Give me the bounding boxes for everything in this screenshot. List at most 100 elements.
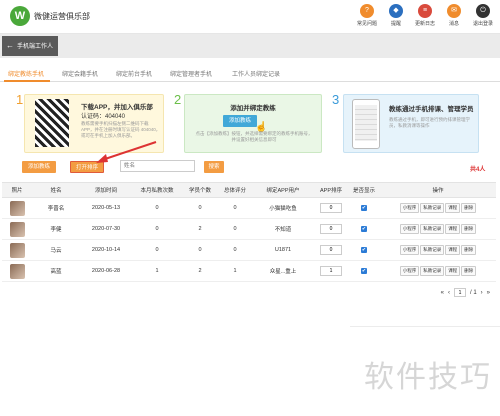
search-button[interactable]: 搜索	[204, 161, 224, 173]
delete-button[interactable]: 删除	[461, 203, 477, 213]
question-icon: ?	[360, 4, 374, 18]
course-button[interactable]: 课程	[445, 224, 461, 234]
sort-input[interactable]	[320, 266, 342, 276]
tab-coach-phone[interactable]: 绑定教练手机	[8, 69, 44, 78]
tab-bar: 绑定教练手机 绑定会籍手机 绑定前台手机 绑定管理者手机 工作人员绑定记录	[0, 66, 500, 82]
prev-page-icon[interactable]: ‹	[448, 290, 450, 296]
divider	[350, 326, 500, 327]
cell-actions: 小程序 私教记录 课程 删除	[380, 197, 496, 219]
step2-desc: 点击【添加教练】按钮，并选择需要绑定的教练手机账号，并设置好相关信息即可	[195, 131, 313, 142]
miniprogram-button[interactable]: 小程序	[399, 266, 420, 276]
arrow-left-icon: ←	[6, 41, 14, 50]
next-page-icon[interactable]: ›	[481, 290, 483, 296]
show-checkbox[interactable]: ✔	[361, 268, 367, 274]
coach-table: 照片 姓名 添加时间 本月私教次数 学员个数 总体评分 绑定APP用户 APP排…	[2, 182, 496, 282]
cell-name: 高蓝	[32, 260, 80, 282]
avatar	[9, 263, 25, 279]
cell-sessions: 1	[132, 260, 182, 282]
qr-code	[35, 99, 69, 147]
nav-label: 退出登录	[472, 21, 493, 27]
cell-score: 0	[218, 239, 252, 261]
show-checkbox[interactable]: ✔	[361, 247, 367, 253]
cell-students: 0	[182, 239, 218, 261]
tab-membership-phone[interactable]: 绑定会籍手机	[62, 69, 98, 78]
col-name: 姓名	[32, 182, 80, 198]
sort-input[interactable]	[320, 224, 342, 234]
active-tab-indicator	[4, 80, 50, 82]
col-actions: 操作	[380, 182, 496, 198]
phone-icon	[352, 99, 380, 149]
red-arrow-annotation	[96, 141, 157, 163]
cell-app-user[interactable]: U1871	[252, 239, 314, 261]
show-checkbox[interactable]: ✔	[361, 226, 367, 232]
nav-messages[interactable]: ✉ 消息	[441, 4, 467, 27]
last-page-icon[interactable]: »	[487, 290, 490, 296]
cell-score: 1	[218, 260, 252, 282]
table-row: 马云 2020-10-14 0 0 0 U1871 ✔ 小程序私教记录课程删除	[2, 239, 496, 261]
nav-logout[interactable]: ⏻ 退出登录	[470, 4, 496, 27]
step-number: 3	[332, 92, 340, 107]
nav-faq[interactable]: ? 常见问题	[354, 4, 380, 27]
cell-sessions: 0	[132, 197, 182, 219]
tab-binding-records[interactable]: 工作人员绑定记录	[232, 69, 280, 78]
step3-card: 教练通过手机排课、管理学员 教练通过手机，即可进行预约排课管理学员，私教消课等操…	[343, 94, 479, 153]
cell-sessions: 0	[132, 239, 182, 261]
cell-date: 2020-10-14	[80, 239, 132, 261]
cell-name: 马云	[32, 239, 80, 261]
avatar	[9, 221, 25, 237]
first-page-icon[interactable]: «	[441, 290, 444, 296]
col-photo: 照片	[2, 182, 32, 198]
step2-card: 添加并绑定教练 添加教练 ☝ 点击【添加教练】按钮，并选择需要绑定的教练手机账号…	[184, 94, 322, 153]
col-students: 学员个数	[182, 182, 218, 198]
delete-button[interactable]: 删除	[461, 266, 477, 276]
nav-remind[interactable]: ◆ 提醒	[383, 4, 409, 27]
table-row: 高蓝 2020-06-28 1 2 1 众星...重上 ✔ 小程序私教记录课程删…	[2, 260, 496, 282]
step2-title: 添加并绑定教练	[230, 105, 276, 112]
miniprogram-button[interactable]: 小程序	[399, 203, 420, 213]
add-coach-card-button[interactable]: 添加教练	[223, 115, 257, 127]
page-input[interactable]	[453, 288, 466, 297]
log-icon: ≡	[418, 4, 432, 18]
avatar	[9, 242, 25, 258]
delete-button[interactable]: 删除	[461, 245, 477, 255]
brand-name: 微健运营俱乐部	[34, 12, 90, 21]
tab-manager-phone[interactable]: 绑定管理者手机	[170, 69, 212, 78]
back-button[interactable]: ← 手机端工作人员	[2, 36, 58, 70]
sort-input[interactable]	[320, 245, 342, 255]
cell-students: 0	[182, 197, 218, 219]
step1-desc: 教练需要手机扫描左侧二维码下载APP，并在注册时填写认证码 404040，或可在…	[81, 121, 161, 138]
delete-button[interactable]: 删除	[461, 224, 477, 234]
private-records-button[interactable]: 私教记录	[420, 245, 445, 255]
course-button[interactable]: 课程	[445, 245, 461, 255]
page-total: / 1	[469, 289, 477, 296]
tab-frontdesk-phone[interactable]: 绑定前台手机	[116, 69, 152, 78]
avatar	[9, 200, 25, 216]
cell-students: 2	[182, 260, 218, 282]
col-score: 总体评分	[218, 182, 252, 198]
private-records-button[interactable]: 私教记录	[420, 224, 445, 234]
table-row: 李晋名 2020-05-13 0 0 0 小猫猫吃鱼 ✔ 小程序私教记录课程删除	[2, 197, 496, 219]
show-checkbox[interactable]: ✔	[361, 205, 367, 211]
cell-date: 2020-07-30	[80, 218, 132, 240]
miniprogram-button[interactable]: 小程序	[399, 245, 420, 255]
private-records-button[interactable]: 私教记录	[420, 203, 445, 213]
step1-title: 下载APP，并加入俱乐部	[81, 104, 153, 111]
cell-sessions: 0	[132, 218, 182, 240]
col-sessions: 本月私教次数	[132, 182, 182, 198]
auth-code: 认证码：404040	[81, 114, 126, 120]
course-button[interactable]: 课程	[445, 266, 461, 276]
miniprogram-button[interactable]: 小程序	[399, 224, 420, 234]
private-records-button[interactable]: 私教记录	[420, 266, 445, 276]
cell-app-user[interactable]: 小猫猫吃鱼	[252, 197, 314, 219]
col-app-sort: APP排序	[314, 182, 348, 198]
table-header: 照片 姓名 添加时间 本月私教次数 学员个数 总体评分 绑定APP用户 APP排…	[2, 182, 496, 198]
cell-app-user[interactable]: 不知道	[252, 218, 314, 240]
col-app-user: 绑定APP用户	[252, 182, 314, 198]
cell-app-user[interactable]: 众星...重上	[252, 260, 314, 282]
cell-actions: 小程序 私教记录 课程 删除	[380, 260, 496, 282]
add-coach-button[interactable]: 添加教练	[22, 161, 56, 173]
pagination: « ‹ / 1 › »	[437, 288, 490, 297]
course-button[interactable]: 课程	[445, 203, 461, 213]
nav-changelog[interactable]: ≡ 更新日志	[412, 4, 438, 27]
sort-input[interactable]	[320, 203, 342, 213]
